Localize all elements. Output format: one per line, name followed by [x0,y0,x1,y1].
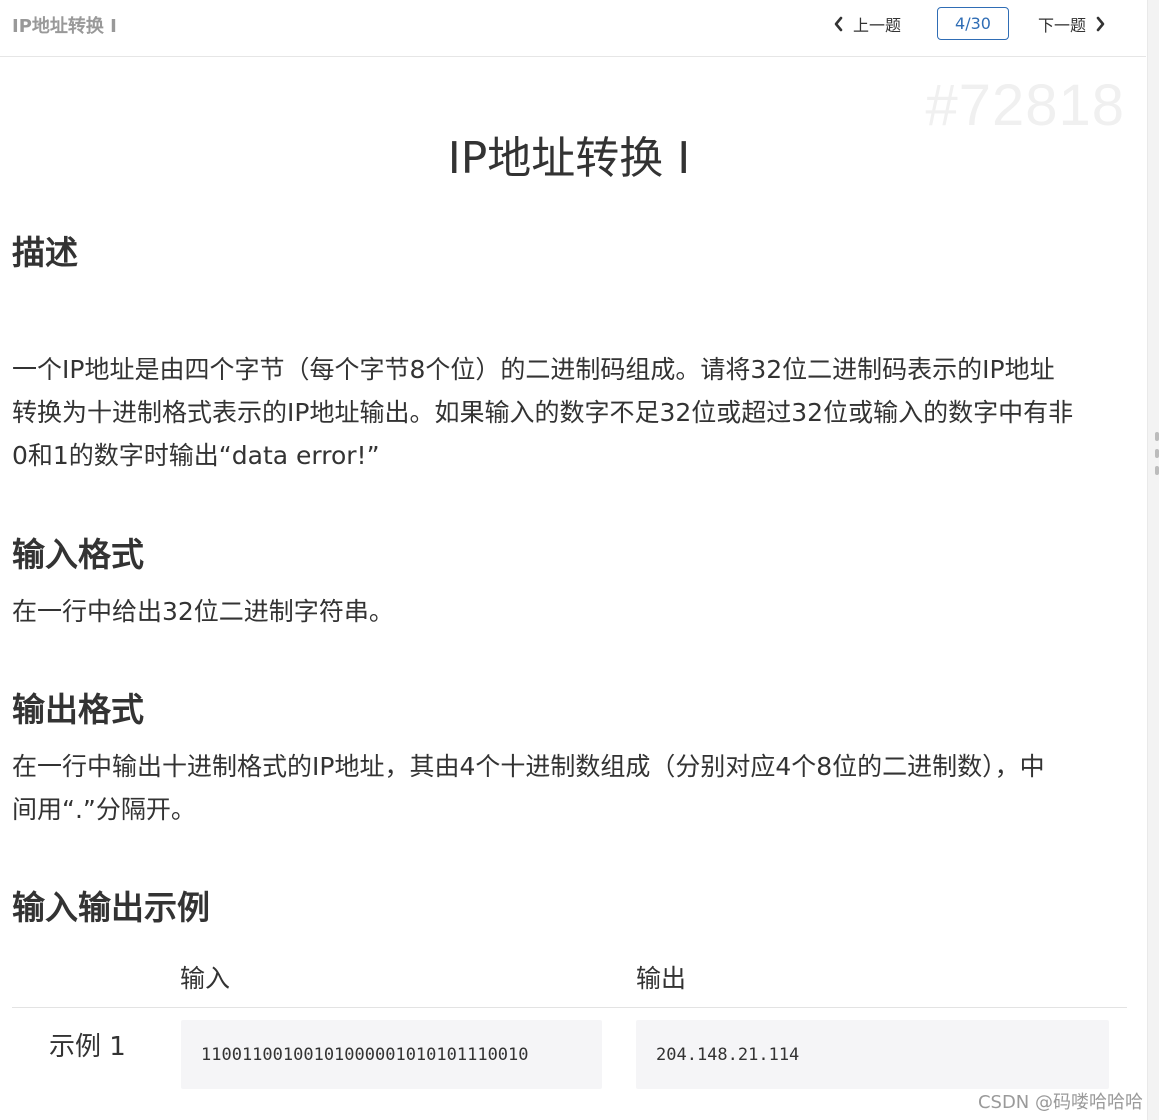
description-text: 一个IP地址是由四个字节（每个字节8个位）的二进制码组成。请将32位二进制码表示… [12,348,1127,477]
input-format-heading: 输入格式 [12,535,144,574]
problem-title: IP地址转换 I [447,133,691,184]
prev-problem-button[interactable]: 上一题 [833,11,901,37]
output-format-text: 在一行中输出十进制格式的IP地址，其由4个十进制数组成（分别对应4个8位的二进制… [12,745,1127,831]
chevron-right-icon [1096,16,1106,32]
scrollbar-grip-dot[interactable] [1155,466,1159,475]
description-heading: 描述 [12,233,78,272]
next-problem-label: 下一题 [1038,16,1087,35]
column-header-output: 输出 [636,964,687,993]
scrollbar-grip-dot[interactable] [1155,432,1159,441]
prev-problem-label: 上一题 [853,16,902,35]
next-problem-button[interactable]: 下一题 [1038,11,1106,37]
output-format-line: 在一行中输出十进制格式的IP地址，其由4个十进制数组成（分别对应4个8位的二进制… [12,752,1045,781]
example-label: 示例 1 [49,1032,126,1062]
scrollbar-grip-dot[interactable] [1155,449,1159,458]
column-header-input: 输入 [180,964,231,993]
topbar-title: IP地址转换 I [12,16,117,37]
example-output-code[interactable]: 204.148.21.114 [636,1020,1109,1089]
output-format-heading: 输出格式 [12,690,144,729]
examples-heading: 输入输出示例 [12,888,210,927]
input-format-text: 在一行中给出32位二进制字符串。 [12,597,394,626]
description-line: 0和1的数字时输出“data error!” [12,441,380,470]
output-format-line: 间用“.”分隔开。 [12,795,196,824]
top-bar: IP地址转换 I 上一题 4/30 下一题 [0,0,1146,57]
example-input-code[interactable]: 11001100100101000001010101110010 [181,1020,602,1089]
chevron-left-icon [833,16,843,32]
description-line: 转换为十进制格式表示的IP地址输出。如果输入的数字不足32位或超过32位或输入的… [12,398,1074,427]
problem-counter[interactable]: 4/30 [937,7,1009,40]
scrollbar[interactable] [1147,0,1159,1120]
description-line: 一个IP地址是由四个字节（每个字节8个位）的二进制码组成。请将32位二进制码表示… [12,355,1055,384]
csdn-watermark: CSDN @码喽哈哈哈 [977,1092,1143,1113]
examples-table-header: 输入 输出 [12,955,1127,1008]
